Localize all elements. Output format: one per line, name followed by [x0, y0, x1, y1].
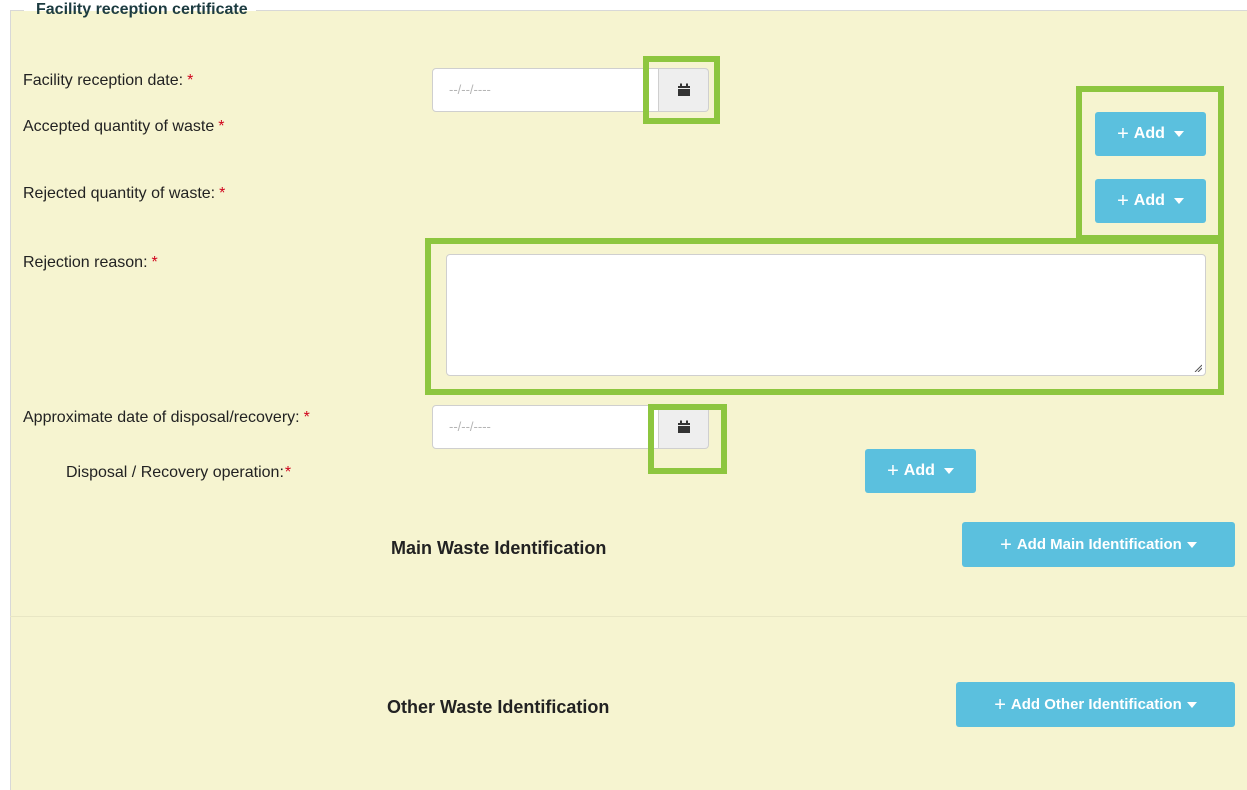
- caret-down-icon: [943, 468, 954, 474]
- caret-down-icon: [1173, 198, 1184, 204]
- disposal-date-calendar-button[interactable]: [659, 405, 709, 449]
- plus-icon: +: [887, 460, 899, 482]
- reception-date-input[interactable]: --/--/----: [432, 68, 659, 112]
- rejected-quantity-label: Rejected quantity of waste: *: [23, 185, 226, 202]
- plus-icon: +: [1000, 533, 1012, 556]
- add-other-identification-button[interactable]: + Add Other Identification: [956, 682, 1235, 727]
- add-main-identification-button[interactable]: + Add Main Identification: [962, 522, 1235, 567]
- reception-date-calendar-button[interactable]: [659, 68, 709, 112]
- other-waste-identification-heading: Other Waste Identification: [387, 697, 610, 717]
- fieldset-legend: Facility reception certificate: [24, 0, 256, 22]
- add-rejected-quantity-button[interactable]: + Add: [1095, 179, 1206, 223]
- add-accepted-quantity-button[interactable]: + Add: [1095, 112, 1206, 156]
- caret-down-icon: [1186, 701, 1197, 708]
- resize-grip-icon[interactable]: [1194, 364, 1202, 372]
- rejection-reason-label: Rejection reason: *: [23, 254, 158, 271]
- disposal-date-label: Approximate date of disposal/recovery: *: [23, 409, 310, 426]
- calendar-icon: [677, 420, 690, 433]
- reception-date-label: Facility reception date: *: [23, 72, 194, 89]
- section-divider: [10, 616, 1247, 617]
- calendar-icon: [677, 83, 690, 96]
- caret-down-icon: [1186, 541, 1197, 548]
- add-operation-button[interactable]: + Add: [865, 449, 976, 493]
- plus-icon: +: [994, 693, 1006, 716]
- plus-icon: +: [1117, 190, 1129, 212]
- rejection-reason-textarea[interactable]: [446, 254, 1206, 376]
- main-waste-identification-heading: Main Waste Identification: [391, 538, 607, 558]
- operation-label: Disposal / Recovery operation:*: [66, 464, 292, 481]
- plus-icon: +: [1117, 123, 1129, 145]
- accepted-quantity-label: Accepted quantity of waste *: [23, 118, 225, 135]
- disposal-date-input[interactable]: --/--/----: [432, 405, 659, 449]
- caret-down-icon: [1173, 131, 1184, 137]
